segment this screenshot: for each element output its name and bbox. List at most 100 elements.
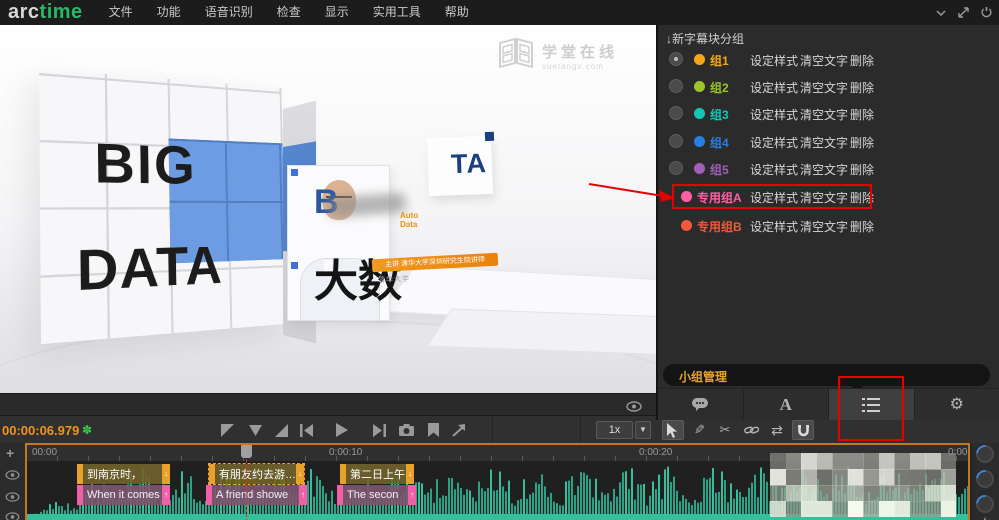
cut-tool-button[interactable]: [714, 420, 736, 440]
clear-text-button[interactable]: 清空文字: [800, 79, 848, 96]
group-label[interactable]: 组3: [710, 106, 729, 123]
radio-button[interactable]: [669, 106, 683, 120]
playhead-handle[interactable]: [241, 445, 252, 458]
timecode-display[interactable]: 00:00:06.979: [2, 423, 79, 438]
menu-file[interactable]: 文件: [97, 0, 145, 25]
delete-button[interactable]: 删除: [850, 218, 874, 235]
timer-knob-icon[interactable]: [972, 491, 998, 517]
track-visibility-toggle[interactable]: [5, 509, 20, 520]
down-arrow-icon[interactable]: [296, 464, 304, 484]
chevron-down-icon[interactable]: [935, 9, 947, 17]
blue-chip: [291, 262, 298, 269]
playback-speed-select[interactable]: 1x: [596, 421, 633, 439]
clear-text-button[interactable]: 清空文字: [800, 52, 848, 69]
set-style-button[interactable]: 设定样式: [750, 106, 798, 123]
group-row-2[interactable]: 组2 设定样式 清空文字 删除: [658, 77, 999, 96]
edit-tool-button[interactable]: [688, 420, 710, 440]
drop-subtitle-button[interactable]: [246, 422, 264, 438]
arctime-window: arctime 文件 功能 语音识别 检查 显示 实用工具 帮助 BIG DAT…: [0, 0, 999, 520]
magnet-tool-button[interactable]: [792, 420, 814, 440]
waveform-view-icon[interactable]: [977, 516, 994, 520]
subtitle-text: 有朋友约去游…: [215, 464, 296, 484]
menu-help[interactable]: 帮助: [433, 0, 481, 25]
clear-text-button[interactable]: 清空文字: [800, 161, 848, 178]
speed-dropdown-arrow[interactable]: ▼: [635, 421, 651, 439]
delete-button[interactable]: 删除: [850, 161, 874, 178]
radio-button[interactable]: [669, 134, 683, 148]
group-row-1[interactable]: 组1 设定样式 清空文字 删除: [658, 50, 999, 69]
chat-bubble-icon: [692, 398, 709, 411]
cube-text-data: DATA: [76, 235, 224, 303]
delete-button[interactable]: 删除: [850, 106, 874, 123]
set-style-button[interactable]: 设定样式: [750, 161, 798, 178]
radio-button[interactable]: [669, 161, 683, 175]
menu-bar: arctime 文件 功能 语音识别 检查 显示 实用工具 帮助: [0, 0, 999, 25]
timer-knob-icon[interactable]: [972, 441, 998, 467]
add-track-button[interactable]: +: [6, 445, 14, 461]
skip-start-button[interactable]: [297, 422, 315, 438]
timeline[interactable]: 00:00 0:00:10 0:00:20 0:00: 到南京时， 有朋友约去游…: [25, 443, 970, 520]
timecode-settings-icon[interactable]: ✽: [82, 423, 92, 437]
tab-text-style[interactable]: A: [744, 389, 829, 420]
delete-button[interactable]: 删除: [850, 134, 874, 151]
menu-utilities[interactable]: 实用工具: [361, 0, 433, 25]
play-button[interactable]: [333, 422, 351, 438]
down-arrow-icon[interactable]: [162, 464, 170, 484]
menu-functions[interactable]: 功能: [145, 0, 193, 25]
bookmark-button[interactable]: [424, 422, 442, 438]
down-arrow-icon[interactable]: [406, 464, 414, 484]
clear-text-button[interactable]: 清空文字: [800, 106, 848, 123]
subtitle-block-en[interactable]: A friend showe: [206, 485, 307, 505]
mark-out-button[interactable]: [272, 422, 290, 438]
subtitle-block-cn[interactable]: 到南京时，: [77, 464, 170, 484]
group-label[interactable]: 组5: [710, 161, 729, 178]
snapshot-button[interactable]: [397, 422, 415, 438]
blurred-watermark-mosaic: [770, 453, 956, 517]
cursor-tool-button[interactable]: [662, 420, 684, 440]
group-row-special-b[interactable]: 专用组B 设定样式 清空文字 删除: [658, 216, 999, 235]
link-tool-button[interactable]: [740, 420, 762, 440]
subtitle-block-cn[interactable]: 第二日上午: [340, 464, 414, 484]
eye-icon[interactable]: [626, 399, 642, 417]
track-visibility-toggle[interactable]: [5, 467, 20, 485]
clear-text-button[interactable]: 清空文字: [800, 218, 848, 235]
group-row-5[interactable]: 组5 设定样式 清空文字 删除: [658, 159, 999, 178]
set-style-button[interactable]: 设定样式: [750, 134, 798, 151]
group-row-3[interactable]: 组3 设定样式 清空文字 删除: [658, 104, 999, 123]
group-label[interactable]: 组4: [710, 134, 729, 151]
group-label[interactable]: 组1: [710, 52, 729, 69]
power-icon[interactable]: [980, 6, 993, 19]
track-visibility-toggle[interactable]: [5, 489, 20, 507]
menu-check[interactable]: 检查: [265, 0, 313, 25]
skip-end-button[interactable]: [370, 422, 388, 438]
set-style-button[interactable]: 设定样式: [750, 52, 798, 69]
tab-chat[interactable]: [658, 389, 744, 420]
mark-in-button[interactable]: [218, 422, 236, 438]
radio-button[interactable]: [669, 79, 683, 93]
radio-button[interactable]: [669, 52, 683, 66]
menu-display[interactable]: 显示: [313, 0, 361, 25]
up-arrow-icon[interactable]: [162, 485, 170, 505]
ruler-label: 0:00:20: [639, 447, 673, 458]
group-label[interactable]: 组2: [710, 79, 729, 96]
panel-tabs: A ⚙: [658, 388, 999, 420]
group-row-4[interactable]: 组4 设定样式 清空文字 删除: [658, 132, 999, 151]
up-arrow-icon[interactable]: [299, 485, 307, 505]
timer-knob-icon[interactable]: [972, 466, 998, 492]
clear-text-button[interactable]: 清空文字: [800, 134, 848, 151]
delete-button[interactable]: 删除: [850, 79, 874, 96]
menu-speech-recognition[interactable]: 语音识别: [193, 0, 265, 25]
book-icon: [498, 37, 534, 74]
subtitle-block-en[interactable]: The secon: [337, 485, 416, 505]
set-style-button[interactable]: 设定样式: [750, 79, 798, 96]
export-arrow-button[interactable]: [450, 422, 468, 438]
group-label[interactable]: 专用组B: [697, 218, 742, 235]
swap-tool-button[interactable]: [766, 420, 788, 440]
delete-button[interactable]: 删除: [850, 52, 874, 69]
resize-icon[interactable]: [957, 6, 970, 19]
up-arrow-icon[interactable]: [408, 485, 416, 505]
subtitle-block-cn-selected[interactable]: 有朋友约去游…: [208, 463, 305, 485]
set-style-button[interactable]: 设定样式: [750, 218, 798, 235]
tab-settings[interactable]: ⚙: [915, 389, 999, 420]
subtitle-block-en[interactable]: When it comes: [77, 485, 170, 505]
